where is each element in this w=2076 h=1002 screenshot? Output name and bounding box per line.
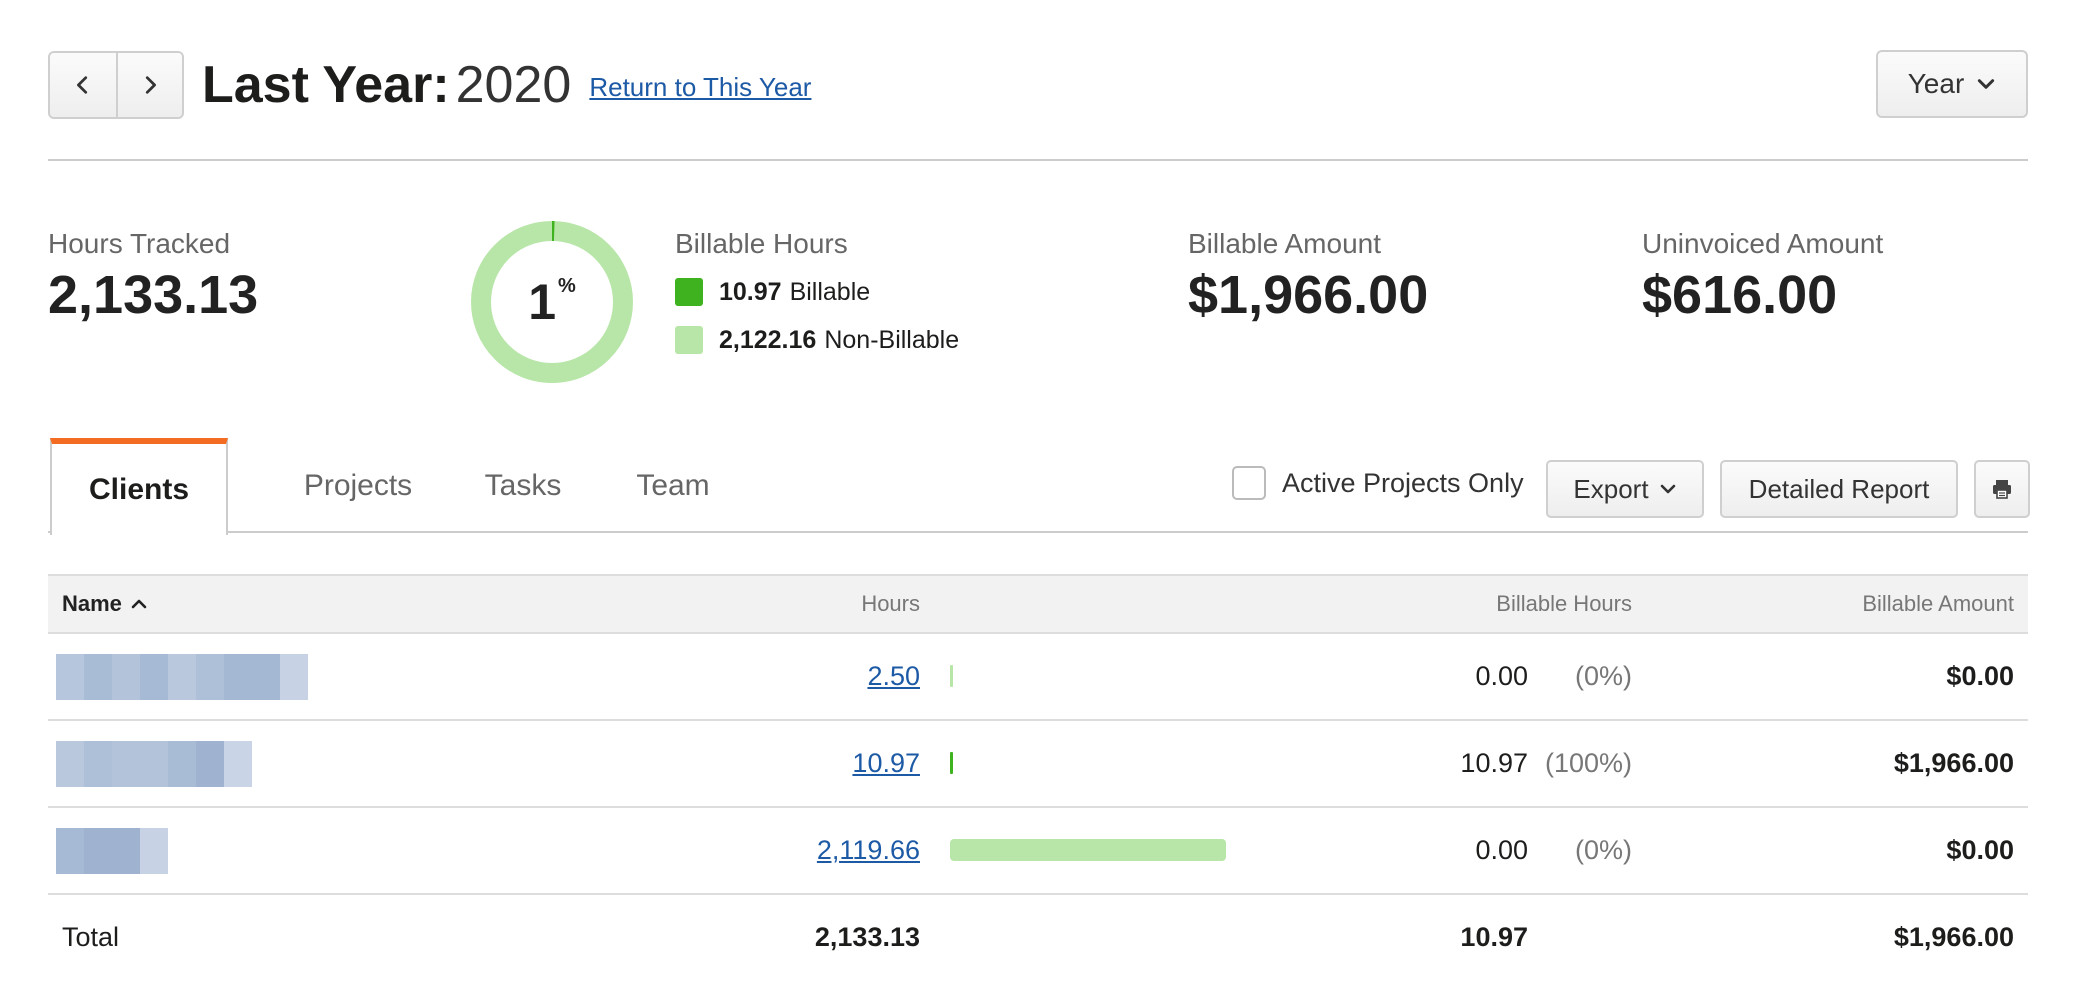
chevron-right-icon bbox=[145, 76, 156, 94]
detailed-report-button[interactable]: Detailed Report bbox=[1720, 460, 1958, 518]
return-to-this-year-link[interactable]: Return to This Year bbox=[589, 72, 811, 103]
period-select-button[interactable]: Year bbox=[1876, 50, 2028, 118]
name-header-label: Name bbox=[62, 591, 122, 616]
hours-link[interactable]: 2,119.66 bbox=[817, 835, 920, 865]
client-name-redacted[interactable] bbox=[56, 741, 252, 787]
billable-amount-value: $1,966.00 bbox=[1188, 265, 1429, 325]
sort-ascending-icon bbox=[131, 599, 147, 609]
next-period-button[interactable] bbox=[116, 53, 182, 117]
donut-percent: 1% bbox=[470, 220, 634, 384]
legend-nonbillable-value: 2,122.16 bbox=[719, 326, 817, 354]
donut-percent-value: 1 bbox=[528, 274, 556, 330]
billable-amount-label: Billable Amount bbox=[1188, 228, 1382, 259]
legend-billable-value: 10.97 bbox=[719, 278, 782, 306]
billable-amount-stat: Billable Amount $1,966.00 bbox=[1188, 226, 1428, 328]
active-projects-filter: Active Projects Only bbox=[1232, 466, 1524, 500]
table-body: 2.50 0.00 (0%) $0.00 10.97 10.97 (100%) $1,966.… bbox=[48, 634, 2028, 895]
hours-tracked-stat: Hours Tracked 2,133.13 bbox=[48, 226, 258, 328]
name-column-header[interactable]: Name bbox=[62, 576, 148, 632]
nonbillable-swatch bbox=[675, 326, 703, 354]
hours-tracked-label: Hours Tracked bbox=[48, 228, 231, 259]
table-row: 2.50 0.00 (0%) $0.00 bbox=[48, 634, 2028, 721]
title-year: 2020 bbox=[455, 56, 572, 114]
hours-link[interactable]: 2.50 bbox=[867, 661, 920, 691]
table-header: Name Hours Billable Hours Billable Amoun… bbox=[48, 574, 2028, 634]
total-label: Total bbox=[62, 922, 120, 952]
export-label: Export bbox=[1573, 473, 1649, 504]
hours-column-header[interactable]: Hours bbox=[861, 576, 920, 632]
uninvoiced-amount-label: Uninvoiced Amount bbox=[1642, 228, 1884, 259]
hours-link[interactable]: 10.97 bbox=[852, 748, 920, 778]
billable-percent: (100%) bbox=[1544, 748, 1632, 778]
export-button[interactable]: Export bbox=[1546, 460, 1704, 518]
active-projects-checkbox[interactable] bbox=[1232, 466, 1266, 500]
period-select-label: Year bbox=[1907, 68, 1965, 99]
legend-billable-text: Billable bbox=[789, 278, 871, 306]
active-projects-label: Active Projects Only bbox=[1282, 467, 1524, 498]
print-button[interactable] bbox=[1974, 460, 2030, 518]
billable-hours-value: 0.00 bbox=[1475, 835, 1528, 865]
header-divider bbox=[48, 159, 2028, 161]
report-header: Last Year: 2020 Return to This Year Year bbox=[48, 50, 2028, 120]
table-row: 10.97 10.97 (100%) $1,966.00 bbox=[48, 721, 2028, 808]
billable-hours-column-header[interactable]: Billable Hours bbox=[1496, 576, 1632, 632]
tab-tasks[interactable]: Tasks bbox=[458, 438, 588, 533]
total-row: Total 2,133.13 10.97 $1,966.00 bbox=[48, 895, 2028, 983]
billable-amount-value: $1,966.00 bbox=[1893, 748, 2014, 778]
title-label: Last Year: bbox=[202, 56, 450, 114]
clients-table: Name Hours Billable Hours Billable Amoun… bbox=[48, 574, 2028, 983]
tab-projects[interactable]: Projects bbox=[268, 438, 448, 533]
chevron-down-icon bbox=[1660, 484, 1675, 494]
legend-billable: 10.97 Billable bbox=[675, 274, 959, 310]
client-name-redacted[interactable] bbox=[56, 654, 308, 700]
hours-bar bbox=[950, 839, 1226, 861]
billable-amount-value: $0.00 bbox=[1946, 661, 2014, 691]
chevron-left-icon bbox=[77, 76, 88, 94]
billable-amount-column-header[interactable]: Billable Amount bbox=[1862, 576, 2014, 632]
uninvoiced-amount-value: $616.00 bbox=[1642, 265, 1838, 325]
billable-hours-legend: Billable Hours 10.97 Billable 2,122.16 N… bbox=[675, 226, 959, 358]
billable-swatch bbox=[675, 278, 703, 306]
total-billable-amount: $1,966.00 bbox=[1893, 922, 2014, 952]
table-row: 2,119.66 0.00 (0%) $0.00 bbox=[48, 808, 2028, 895]
billable-percent: (0%) bbox=[1574, 835, 1632, 865]
legend-nonbillable: 2,122.16 Non-Billable bbox=[675, 322, 959, 358]
tab-clients[interactable]: Clients bbox=[50, 438, 228, 535]
total-hours: 2,133.13 bbox=[814, 922, 920, 952]
hours-bar bbox=[950, 665, 953, 687]
report-tabs: Clients Projects Tasks Team Active Proje… bbox=[48, 438, 2030, 535]
billable-hours-value: 10.97 bbox=[1460, 748, 1528, 778]
previous-period-button[interactable] bbox=[50, 53, 116, 117]
total-billable-hours: 10.97 bbox=[1460, 922, 1528, 952]
billable-hours-label: Billable Hours bbox=[675, 228, 848, 259]
tab-team[interactable]: Team bbox=[608, 438, 738, 533]
chevron-down-icon bbox=[1978, 79, 1995, 89]
legend-nonbillable-text: Non-Billable bbox=[824, 326, 960, 354]
billable-hours-value: 0.00 bbox=[1475, 661, 1528, 691]
donut-percent-sign: % bbox=[558, 274, 576, 297]
page-title: Last Year: 2020 bbox=[202, 50, 571, 120]
hours-tracked-value: 2,133.13 bbox=[48, 265, 259, 325]
client-name-redacted[interactable] bbox=[56, 828, 168, 874]
uninvoiced-amount-stat: Uninvoiced Amount $616.00 bbox=[1642, 226, 1883, 328]
hours-bar bbox=[950, 752, 953, 774]
billable-amount-value: $0.00 bbox=[1946, 835, 2014, 865]
period-nav bbox=[48, 51, 184, 119]
print-icon bbox=[1993, 480, 2011, 499]
billable-percent: (0%) bbox=[1574, 661, 1632, 691]
